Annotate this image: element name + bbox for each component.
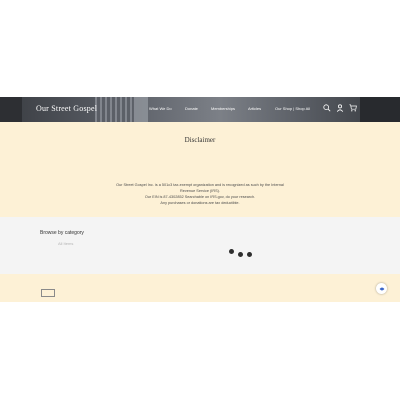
cart-icon[interactable] bbox=[349, 104, 357, 112]
search-icon[interactable] bbox=[323, 104, 331, 112]
disclaimer-title: Disclaimer bbox=[184, 136, 216, 144]
category-all-items[interactable]: All Items bbox=[58, 241, 73, 246]
browse-title: Browse by category bbox=[40, 230, 84, 236]
site-header: Our Street Gospel What We Do Donate Memb… bbox=[0, 97, 400, 122]
disclaimer-text-line: Any purchases or donations are tax deduc… bbox=[160, 201, 240, 205]
disclaimer-text-line: Revenue Service (IRS). bbox=[180, 189, 220, 193]
page-frame: Our Street Gospel What We Do Donate Memb… bbox=[0, 97, 400, 302]
loading-dot bbox=[229, 249, 234, 254]
nav-donate[interactable]: Donate bbox=[185, 106, 198, 111]
browse-section: Browse by category All Items bbox=[0, 217, 400, 274]
nav-shop[interactable]: Our Shop | Shop All bbox=[275, 106, 310, 111]
loading-dot bbox=[247, 252, 252, 257]
footer-strip bbox=[0, 274, 400, 302]
header-background bbox=[0, 97, 22, 122]
disclaimer-text-line: Our EIN is 87-4302852 Searchable on IRS.… bbox=[144, 195, 256, 199]
footer-logo bbox=[41, 289, 55, 297]
nav-what-we-do[interactable]: What We Do bbox=[149, 106, 172, 111]
chat-icon bbox=[379, 287, 384, 290]
nav-articles[interactable]: Articles bbox=[248, 106, 261, 111]
site-title[interactable]: Our Street Gospel bbox=[36, 104, 97, 113]
disclaimer-section: Disclaimer Our Street Gospel Inc. is a 5… bbox=[0, 122, 400, 225]
nav-memberships[interactable]: Memberships bbox=[211, 106, 235, 111]
loading-dot bbox=[238, 252, 243, 257]
disclaimer-text-line: Our Street Gospel Inc. is a 501c3 tax-ex… bbox=[116, 183, 284, 187]
user-icon[interactable] bbox=[336, 104, 344, 112]
chat-button[interactable] bbox=[376, 283, 387, 294]
